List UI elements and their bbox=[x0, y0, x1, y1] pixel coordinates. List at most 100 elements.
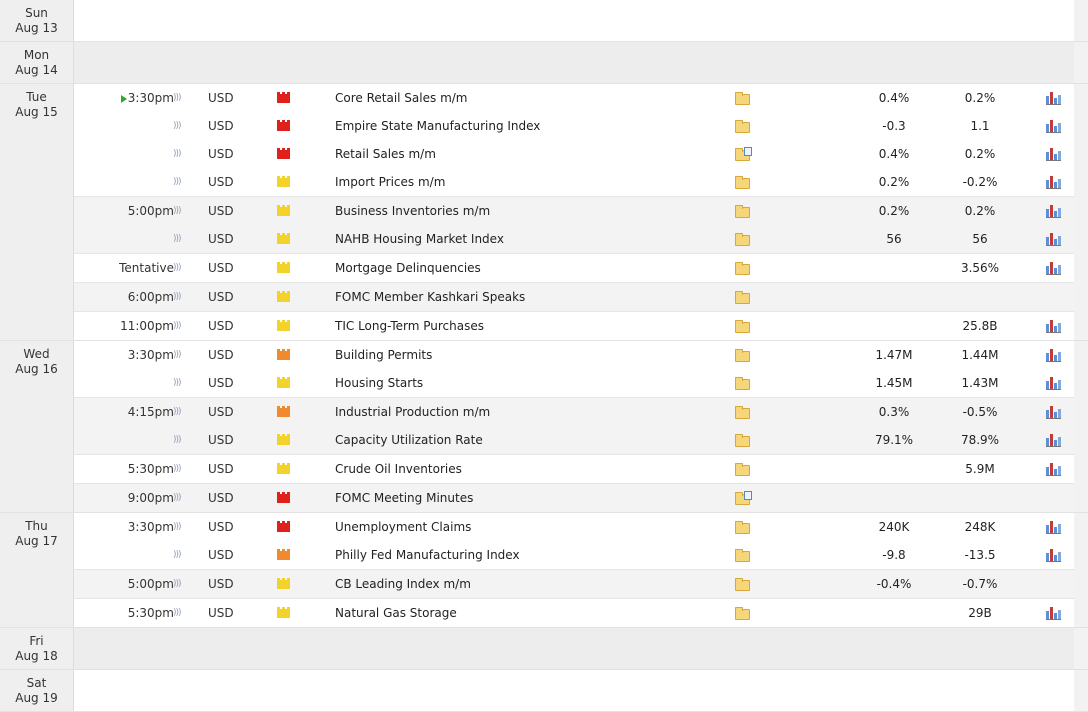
speaker-icon[interactable]: ))) bbox=[173, 369, 185, 397]
event-title[interactable]: TIC Long-Term Purchases bbox=[335, 312, 484, 340]
speaker-icon[interactable]: ))) bbox=[173, 225, 185, 253]
event-row[interactable]: 4:15pm))) USD Industrial Production m/m 0.3… bbox=[74, 398, 1074, 426]
event-title[interactable]: Import Prices m/m bbox=[335, 168, 445, 196]
event-row[interactable]: 3:30pm))) USD Core Retail Sales m/m 0.4% 0.2… bbox=[74, 84, 1074, 112]
chart-icon[interactable] bbox=[1046, 406, 1061, 419]
speaker-icon[interactable]: ))) bbox=[173, 341, 185, 369]
event-title[interactable]: Capacity Utilization Rate bbox=[335, 426, 483, 454]
event-row[interactable]: ))) USD Capacity Utilization Rate 79.1% 78.9… bbox=[74, 426, 1074, 454]
day-section: Sat Aug 19 bbox=[0, 670, 1088, 712]
speaker-icon[interactable]: ))) bbox=[173, 513, 185, 541]
folder-icon[interactable] bbox=[735, 463, 750, 476]
chart-icon[interactable] bbox=[1046, 176, 1061, 189]
event-row[interactable]: ))) USD Housing Starts 1.45M 1.43M bbox=[74, 369, 1074, 397]
event-row[interactable]: 5:30pm))) USD Crude Oil Inventories 5.9M bbox=[74, 455, 1074, 483]
folder-icon[interactable] bbox=[735, 291, 750, 304]
event-title[interactable]: Mortgage Delinquencies bbox=[335, 254, 481, 282]
day-date: Aug 18 bbox=[15, 649, 58, 663]
event-actual: -0.3 bbox=[882, 119, 906, 133]
chart-icon[interactable] bbox=[1046, 349, 1061, 362]
folder-icon[interactable] bbox=[735, 120, 750, 133]
chart-icon[interactable] bbox=[1046, 92, 1061, 105]
event-row[interactable]: ))) USD Retail Sales m/m 0.4% 0.2% bbox=[74, 140, 1074, 168]
chart-icon[interactable] bbox=[1046, 607, 1061, 620]
speaker-icon[interactable]: ))) bbox=[173, 398, 185, 426]
event-row[interactable]: 5:00pm))) USD Business Inventories m/m 0.2%… bbox=[74, 197, 1074, 225]
event-title[interactable]: CB Leading Index m/m bbox=[335, 570, 471, 598]
folder-icon[interactable] bbox=[735, 349, 750, 362]
folder-icon[interactable] bbox=[735, 377, 750, 390]
event-title[interactable]: Natural Gas Storage bbox=[335, 599, 457, 627]
folder-icon[interactable] bbox=[735, 205, 750, 218]
speaker-icon[interactable]: ))) bbox=[173, 197, 185, 225]
event-currency: USD bbox=[208, 232, 234, 246]
event-title[interactable]: FOMC Meeting Minutes bbox=[335, 484, 473, 512]
folder-icon[interactable] bbox=[735, 549, 750, 562]
event-title[interactable]: Housing Starts bbox=[335, 369, 423, 397]
speaker-icon[interactable]: ))) bbox=[173, 484, 185, 512]
event-row[interactable]: 6:00pm))) USD FOMC Member Kashkari Speaks bbox=[74, 283, 1074, 311]
folder-document-icon[interactable] bbox=[735, 491, 752, 505]
chart-icon[interactable] bbox=[1046, 463, 1061, 476]
speaker-icon[interactable]: ))) bbox=[173, 112, 185, 140]
chart-icon[interactable] bbox=[1046, 549, 1061, 562]
event-row[interactable]: ))) USD Empire State Manufacturing Index -0… bbox=[74, 112, 1074, 140]
event-row[interactable]: ))) USD NAHB Housing Market Index 56 56 bbox=[74, 225, 1074, 253]
chart-icon[interactable] bbox=[1046, 120, 1061, 133]
folder-icon[interactable] bbox=[735, 607, 750, 620]
event-row[interactable]: 5:30pm))) USD Natural Gas Storage 29B bbox=[74, 599, 1074, 627]
speaker-icon[interactable]: ))) bbox=[173, 426, 185, 454]
event-title[interactable]: Core Retail Sales m/m bbox=[335, 84, 468, 112]
day-label: Mon Aug 14 bbox=[0, 42, 74, 83]
chart-icon[interactable] bbox=[1046, 233, 1061, 246]
event-row[interactable]: 5:00pm))) USD CB Leading Index m/m -0.4% -0.… bbox=[74, 570, 1074, 598]
chart-icon[interactable] bbox=[1046, 377, 1061, 390]
chart-icon[interactable] bbox=[1046, 320, 1061, 333]
chart-icon[interactable] bbox=[1046, 262, 1061, 275]
folder-icon[interactable] bbox=[735, 521, 750, 534]
time-group: 3:30pm))) USD Unemployment Claims 240K 248K)… bbox=[74, 513, 1074, 570]
event-title[interactable]: Crude Oil Inventories bbox=[335, 455, 462, 483]
event-row[interactable]: Tentative))) USD Mortgage Delinquencies 3.5… bbox=[74, 254, 1074, 282]
folder-icon[interactable] bbox=[735, 406, 750, 419]
event-row[interactable]: 11:00pm))) USD TIC Long-Term Purchases 25.8… bbox=[74, 312, 1074, 340]
speaker-icon[interactable]: ))) bbox=[173, 84, 185, 112]
speaker-icon[interactable]: ))) bbox=[173, 570, 185, 598]
event-title[interactable]: Unemployment Claims bbox=[335, 513, 471, 541]
event-actual: -9.8 bbox=[882, 548, 906, 562]
event-title[interactable]: FOMC Member Kashkari Speaks bbox=[335, 283, 525, 311]
speaker-icon[interactable]: ))) bbox=[173, 168, 185, 196]
folder-icon[interactable] bbox=[735, 578, 750, 591]
folder-icon[interactable] bbox=[735, 434, 750, 447]
event-row[interactable]: ))) USD Philly Fed Manufacturing Index -9.8… bbox=[74, 541, 1074, 569]
event-row[interactable]: 3:30pm))) USD Building Permits 1.47M 1.44M bbox=[74, 341, 1074, 369]
speaker-icon[interactable]: ))) bbox=[173, 312, 185, 340]
event-title[interactable]: Building Permits bbox=[335, 341, 432, 369]
event-row[interactable]: 3:30pm))) USD Unemployment Claims 240K 248K bbox=[74, 513, 1074, 541]
chart-icon[interactable] bbox=[1046, 521, 1061, 534]
folder-icon[interactable] bbox=[735, 262, 750, 275]
event-row[interactable]: 9:00pm))) USD FOMC Meeting Minutes bbox=[74, 484, 1074, 512]
speaker-icon[interactable]: ))) bbox=[173, 140, 185, 168]
chart-icon[interactable] bbox=[1046, 205, 1061, 218]
event-title[interactable]: Empire State Manufacturing Index bbox=[335, 112, 540, 140]
event-title[interactable]: Business Inventories m/m bbox=[335, 197, 490, 225]
event-currency: USD bbox=[208, 433, 234, 447]
speaker-icon[interactable]: ))) bbox=[173, 254, 185, 282]
event-title[interactable]: Philly Fed Manufacturing Index bbox=[335, 541, 520, 569]
speaker-icon[interactable]: ))) bbox=[173, 599, 185, 627]
folder-icon[interactable] bbox=[735, 92, 750, 105]
folder-icon[interactable] bbox=[735, 233, 750, 246]
folder-icon[interactable] bbox=[735, 176, 750, 189]
folder-icon[interactable] bbox=[735, 320, 750, 333]
event-title[interactable]: Industrial Production m/m bbox=[335, 398, 490, 426]
folder-document-icon[interactable] bbox=[735, 147, 752, 161]
event-title[interactable]: NAHB Housing Market Index bbox=[335, 225, 504, 253]
speaker-icon[interactable]: ))) bbox=[173, 455, 185, 483]
chart-icon[interactable] bbox=[1046, 434, 1061, 447]
speaker-icon[interactable]: ))) bbox=[173, 541, 185, 569]
event-title[interactable]: Retail Sales m/m bbox=[335, 140, 436, 168]
chart-icon[interactable] bbox=[1046, 148, 1061, 161]
speaker-icon[interactable]: ))) bbox=[173, 283, 185, 311]
event-row[interactable]: ))) USD Import Prices m/m 0.2% -0.2% bbox=[74, 168, 1074, 196]
